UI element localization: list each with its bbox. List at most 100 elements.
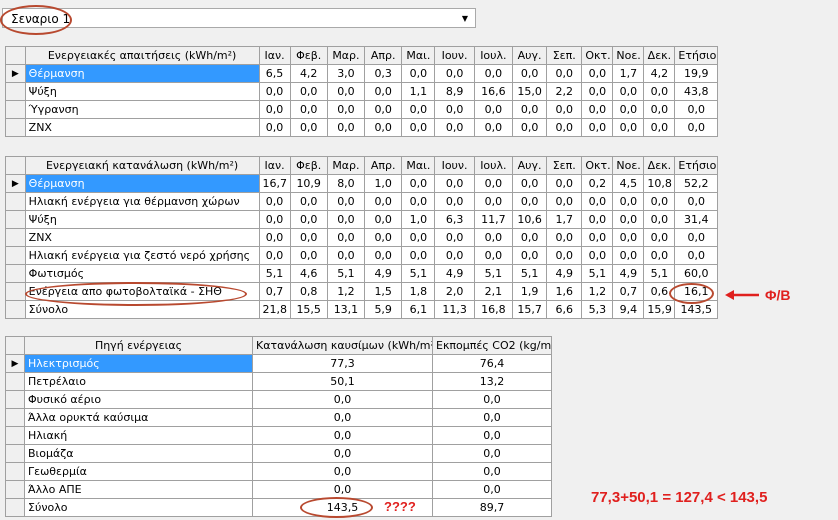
row-label[interactable]: ZNX [24,228,260,247]
value-cell[interactable]: 2,0 [434,282,475,301]
chevron-down-icon[interactable]: ▼ [457,10,473,26]
value-cell[interactable]: 1,9 [512,282,548,301]
row-selector[interactable] [5,118,26,137]
value-cell[interactable]: 4,6 [289,264,328,283]
value-cell[interactable]: 15,0 [512,82,548,101]
value-cell[interactable]: 6,3 [434,210,475,229]
value-cell[interactable]: 31,4 [674,210,718,229]
value-cell[interactable]: 0,0 [401,174,436,193]
value-cell[interactable]: 52,2 [674,174,718,193]
value-cell[interactable]: 0,7 [612,282,645,301]
fuel-consumption-cell[interactable]: 0,0 [252,462,433,481]
co2-emissions-cell[interactable]: 0,0 [432,462,552,481]
fuel-consumption-cell[interactable]: 50,1 [252,372,433,391]
value-cell[interactable]: 1,2 [326,282,366,301]
value-cell[interactable]: 5,1 [258,264,291,283]
value-cell[interactable]: 0,0 [289,210,328,229]
co2-emissions-cell[interactable]: 0,0 [432,426,552,445]
value-cell[interactable]: 1,5 [364,282,403,301]
table-row[interactable]: Άλλα ορυκτά καύσιμα 0,0 0,0 [5,408,552,427]
value-cell[interactable]: 0,0 [364,246,403,265]
row-selector[interactable]: ▶ [5,64,26,83]
value-cell[interactable]: 0,0 [546,246,583,265]
value-cell[interactable]: 0,0 [364,100,403,119]
row-label[interactable]: Ψύξη [24,82,260,101]
value-cell[interactable]: 0,0 [643,210,676,229]
co2-emissions-cell[interactable]: 13,2 [432,372,552,391]
row-selector[interactable] [5,480,25,499]
value-cell[interactable]: 0,0 [326,210,366,229]
value-cell[interactable]: 0,0 [364,210,403,229]
row-selector[interactable] [5,228,26,247]
value-cell[interactable]: 1,0 [401,210,436,229]
value-cell[interactable]: 11,3 [434,300,475,319]
value-cell[interactable]: 0,2 [581,174,614,193]
value-cell[interactable]: 0,0 [434,100,475,119]
row-selector[interactable] [5,372,25,391]
value-cell[interactable]: 0,0 [289,118,328,137]
table-row[interactable]: Ηλιακή ενέργεια για θέρμανση χώρων 0,0 0,0… [5,192,718,211]
value-cell[interactable]: 1,0 [364,174,403,193]
co2-emissions-cell[interactable]: 0,0 [432,480,552,499]
value-cell[interactable]: 21,8 [258,300,291,319]
value-cell[interactable]: 0,0 [258,210,291,229]
value-cell[interactable]: 0,0 [581,228,614,247]
value-cell[interactable]: 3,0 [326,64,366,83]
row-selector[interactable] [5,282,26,301]
row-label[interactable]: Ηλιακή ενέργεια για ζεστό νερό χρήσης [24,246,260,265]
source-name[interactable]: Άλλα ορυκτά καύσιμα [24,408,253,427]
value-cell[interactable]: 10,8 [643,174,676,193]
value-cell[interactable]: 43,8 [674,82,718,101]
scenario-select[interactable]: Σεναριο 1 ▼ [2,8,476,28]
table-row[interactable]: Ύγρανση 0,0 0,0 0,0 0,0 0,0 0,0 0,0 0,0 0,0 0,0 0,0… [5,100,718,119]
value-cell[interactable]: 0,0 [326,100,366,119]
fuel-consumption-cell[interactable]: 0,0 [252,444,433,463]
value-cell[interactable]: 0,0 [473,192,514,211]
value-cell[interactable]: 0,0 [401,228,436,247]
fuel-consumption-cell[interactable]: 0,0 [252,426,433,445]
row-selector[interactable] [5,264,26,283]
value-cell[interactable]: 0,0 [326,82,366,101]
table-row[interactable]: Ψύξη 0,0 0,0 0,0 0,0 1,0 6,3 11,7 10,6 1,7 0,0 0,0 0… [5,210,718,229]
value-cell[interactable]: 0,0 [581,82,614,101]
value-cell[interactable]: 0,0 [326,118,366,137]
value-cell[interactable]: 0,0 [674,192,718,211]
value-cell[interactable]: 0,0 [473,246,514,265]
value-cell[interactable]: 0,0 [326,228,366,247]
value-cell[interactable]: 6,1 [401,300,436,319]
table-row[interactable]: Φυσικό αέριο 0,0 0,0 [5,390,552,409]
row-selector[interactable] [5,300,26,319]
value-cell[interactable]: 0,0 [401,64,436,83]
value-cell[interactable]: 0,0 [326,192,366,211]
value-cell[interactable]: 0,0 [581,100,614,119]
value-cell[interactable]: 0,0 [401,118,436,137]
value-cell[interactable]: 0,0 [473,64,514,83]
table-row[interactable]: Ηλιακή ενέργεια για ζεστό νερό χρήσης 0,0… [5,246,718,265]
value-cell[interactable]: 5,3 [581,300,614,319]
source-name[interactable]: Βιομάζα [24,444,253,463]
row-selector[interactable] [5,498,25,517]
value-cell[interactable]: 0,0 [512,192,548,211]
value-cell[interactable]: 1,7 [612,64,645,83]
value-cell[interactable]: 0,0 [581,64,614,83]
row-selector[interactable]: ▶ [5,174,26,193]
value-cell[interactable]: 0,0 [512,100,548,119]
source-name[interactable]: Ηλιακή [24,426,253,445]
row-selector[interactable]: ▶ [5,354,25,373]
value-cell[interactable]: 0,0 [674,246,718,265]
value-cell[interactable]: 0,0 [612,118,645,137]
table-row[interactable]: ZNX 0,0 0,0 0,0 0,0 0,0 0,0 0,0 0,0 0,0 0,0 0,0 0,0 0… [5,118,718,137]
row-selector[interactable] [5,100,26,119]
row-label[interactable]: Θέρμανση [24,64,260,83]
table-row[interactable]: Ηλιακή 0,0 0,0 [5,426,552,445]
value-cell[interactable]: 0,0 [473,228,514,247]
table-row[interactable]: Σύνολο 143,5 89,7 [5,498,552,517]
value-cell[interactable]: 0,0 [643,246,676,265]
value-cell[interactable]: 2,1 [473,282,514,301]
row-selector[interactable] [5,246,26,265]
value-cell[interactable]: 0,0 [473,100,514,119]
value-cell[interactable]: 60,0 [674,264,718,283]
table-row[interactable]: Άλλο ΑΠΕ 0,0 0,0 [5,480,552,499]
value-cell[interactable]: 0,7 [258,282,291,301]
row-selector[interactable] [5,462,25,481]
